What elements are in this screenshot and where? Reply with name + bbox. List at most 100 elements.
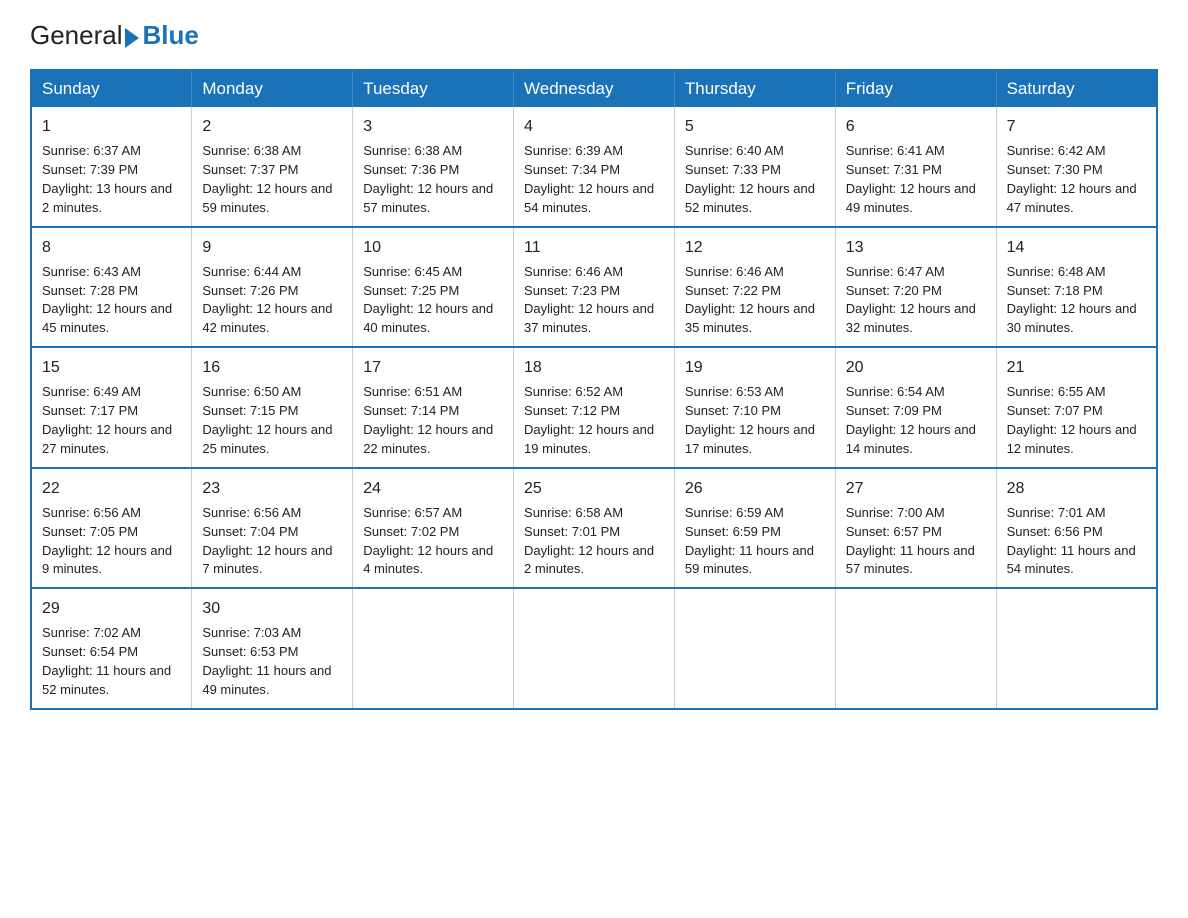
sunset-text: Sunset: 7:02 PM: [363, 524, 459, 539]
sunset-text: Sunset: 7:22 PM: [685, 283, 781, 298]
sunset-text: Sunset: 7:10 PM: [685, 403, 781, 418]
calendar-cell: 3Sunrise: 6:38 AMSunset: 7:36 PMDaylight…: [353, 107, 514, 227]
calendar-cell: 4Sunrise: 6:39 AMSunset: 7:34 PMDaylight…: [514, 107, 675, 227]
calendar-cell: 25Sunrise: 6:58 AMSunset: 7:01 PMDayligh…: [514, 468, 675, 589]
page-header: General Blue: [30, 20, 1158, 51]
daylight-text: Daylight: 12 hours and 35 minutes.: [685, 301, 815, 335]
sunrise-text: Sunrise: 6:54 AM: [846, 384, 945, 399]
sunrise-text: Sunrise: 6:59 AM: [685, 505, 784, 520]
sunrise-text: Sunrise: 6:46 AM: [685, 264, 784, 279]
week-row-3: 15Sunrise: 6:49 AMSunset: 7:17 PMDayligh…: [31, 347, 1157, 468]
day-number: 17: [363, 356, 503, 379]
daylight-text: Daylight: 12 hours and 54 minutes.: [524, 181, 654, 215]
sunset-text: Sunset: 7:20 PM: [846, 283, 942, 298]
daylight-text: Daylight: 11 hours and 52 minutes.: [42, 663, 171, 697]
daylight-text: Daylight: 12 hours and 27 minutes.: [42, 422, 172, 456]
sunrise-text: Sunrise: 6:45 AM: [363, 264, 462, 279]
day-number: 11: [524, 236, 664, 259]
day-number: 16: [202, 356, 342, 379]
calendar-cell: 8Sunrise: 6:43 AMSunset: 7:28 PMDaylight…: [31, 227, 192, 348]
daylight-text: Daylight: 12 hours and 30 minutes.: [1007, 301, 1137, 335]
calendar-cell: 24Sunrise: 6:57 AMSunset: 7:02 PMDayligh…: [353, 468, 514, 589]
calendar-cell: [674, 588, 835, 709]
sunrise-text: Sunrise: 6:43 AM: [42, 264, 141, 279]
logo-blue-text: Blue: [143, 20, 199, 51]
sunset-text: Sunset: 7:26 PM: [202, 283, 298, 298]
daylight-text: Daylight: 12 hours and 7 minutes.: [202, 543, 332, 577]
daylight-text: Daylight: 11 hours and 59 minutes.: [685, 543, 814, 577]
daylight-text: Daylight: 12 hours and 40 minutes.: [363, 301, 493, 335]
calendar-cell: 29 Sunrise: 7:02 AM Sunset: 6:54 PM Dayligh…: [31, 588, 192, 709]
sunset-text: Sunset: 7:01 PM: [524, 524, 620, 539]
sunset-text: Sunset: 7:04 PM: [202, 524, 298, 539]
day-number: 18: [524, 356, 664, 379]
daylight-text: Daylight: 12 hours and 57 minutes.: [363, 181, 493, 215]
day-number: 29: [42, 597, 181, 620]
day-header-tuesday: Tuesday: [353, 70, 514, 107]
week-row-5: 29 Sunrise: 7:02 AM Sunset: 6:54 PM Dayligh…: [31, 588, 1157, 709]
calendar-cell: 22Sunrise: 6:56 AMSunset: 7:05 PMDayligh…: [31, 468, 192, 589]
sunrise-text: Sunrise: 6:39 AM: [524, 143, 623, 158]
calendar-cell: [514, 588, 675, 709]
sunrise-text: Sunrise: 7:02 AM: [42, 625, 141, 640]
sunrise-text: Sunrise: 6:55 AM: [1007, 384, 1106, 399]
sunset-text: Sunset: 7:36 PM: [363, 162, 459, 177]
logo: General Blue: [30, 20, 199, 51]
day-header-saturday: Saturday: [996, 70, 1157, 107]
day-number: 24: [363, 477, 503, 500]
calendar-cell: [835, 588, 996, 709]
calendar-cell: 2Sunrise: 6:38 AMSunset: 7:37 PMDaylight…: [192, 107, 353, 227]
daylight-text: Daylight: 12 hours and 17 minutes.: [685, 422, 815, 456]
calendar-cell: 5Sunrise: 6:40 AMSunset: 7:33 PMDaylight…: [674, 107, 835, 227]
sunset-text: Sunset: 6:54 PM: [42, 644, 138, 659]
sunrise-text: Sunrise: 6:56 AM: [42, 505, 141, 520]
sunset-text: Sunset: 7:34 PM: [524, 162, 620, 177]
calendar-cell: 17Sunrise: 6:51 AMSunset: 7:14 PMDayligh…: [353, 347, 514, 468]
sunrise-text: Sunrise: 6:40 AM: [685, 143, 784, 158]
sunset-text: Sunset: 6:53 PM: [202, 644, 298, 659]
sunrise-text: Sunrise: 6:41 AM: [846, 143, 945, 158]
day-number: 22: [42, 477, 181, 500]
sunrise-text: Sunrise: 6:47 AM: [846, 264, 945, 279]
calendar-cell: 9Sunrise: 6:44 AMSunset: 7:26 PMDaylight…: [192, 227, 353, 348]
sunset-text: Sunset: 6:57 PM: [846, 524, 942, 539]
daylight-text: Daylight: 12 hours and 14 minutes.: [846, 422, 976, 456]
day-number: 14: [1007, 236, 1146, 259]
sunset-text: Sunset: 7:18 PM: [1007, 283, 1103, 298]
day-header-friday: Friday: [835, 70, 996, 107]
sunrise-text: Sunrise: 6:50 AM: [202, 384, 301, 399]
day-number: 28: [1007, 477, 1146, 500]
sunset-text: Sunset: 7:39 PM: [42, 162, 138, 177]
week-row-2: 8Sunrise: 6:43 AMSunset: 7:28 PMDaylight…: [31, 227, 1157, 348]
calendar-cell: 26Sunrise: 6:59 AMSunset: 6:59 PMDayligh…: [674, 468, 835, 589]
day-number: 27: [846, 477, 986, 500]
daylight-text: Daylight: 11 hours and 49 minutes.: [202, 663, 331, 697]
daylight-text: Daylight: 13 hours and 2 minutes.: [42, 181, 172, 215]
calendar-cell: 30Sunrise: 7:03 AMSunset: 6:53 PMDayligh…: [192, 588, 353, 709]
day-number: 1: [42, 115, 181, 138]
calendar-table: SundayMondayTuesdayWednesdayThursdayFrid…: [30, 69, 1158, 710]
calendar-cell: 12 Sunrise: 6:46 AM Sunset: 7:22 PM Dayligh…: [674, 227, 835, 348]
day-number: 23: [202, 477, 342, 500]
day-number: 10: [363, 236, 503, 259]
sunset-text: Sunset: 7:33 PM: [685, 162, 781, 177]
sunrise-text: Sunrise: 6:48 AM: [1007, 264, 1106, 279]
day-header-monday: Monday: [192, 70, 353, 107]
day-number: 8: [42, 236, 181, 259]
calendar-cell: 20Sunrise: 6:54 AMSunset: 7:09 PMDayligh…: [835, 347, 996, 468]
sunset-text: Sunset: 7:37 PM: [202, 162, 298, 177]
calendar-cell: 6Sunrise: 6:41 AMSunset: 7:31 PMDaylight…: [835, 107, 996, 227]
week-row-4: 22Sunrise: 6:56 AMSunset: 7:05 PMDayligh…: [31, 468, 1157, 589]
sunset-text: Sunset: 6:56 PM: [1007, 524, 1103, 539]
daylight-text: Daylight: 12 hours and 52 minutes.: [685, 181, 815, 215]
day-number: 12: [685, 236, 825, 259]
sunrise-text: Sunrise: 6:46 AM: [524, 264, 623, 279]
daylight-text: Daylight: 12 hours and 25 minutes.: [202, 422, 332, 456]
daylight-text: Daylight: 11 hours and 57 minutes.: [846, 543, 975, 577]
daylight-text: Daylight: 12 hours and 42 minutes.: [202, 301, 332, 335]
calendar-cell: 19Sunrise: 6:53 AMSunset: 7:10 PMDayligh…: [674, 347, 835, 468]
daylight-text: Daylight: 12 hours and 4 minutes.: [363, 543, 493, 577]
calendar-cell: 7Sunrise: 6:42 AMSunset: 7:30 PMDaylight…: [996, 107, 1157, 227]
calendar-body: 1Sunrise: 6:37 AMSunset: 7:39 PMDaylight…: [31, 107, 1157, 709]
sunrise-text: Sunrise: 7:03 AM: [202, 625, 301, 640]
